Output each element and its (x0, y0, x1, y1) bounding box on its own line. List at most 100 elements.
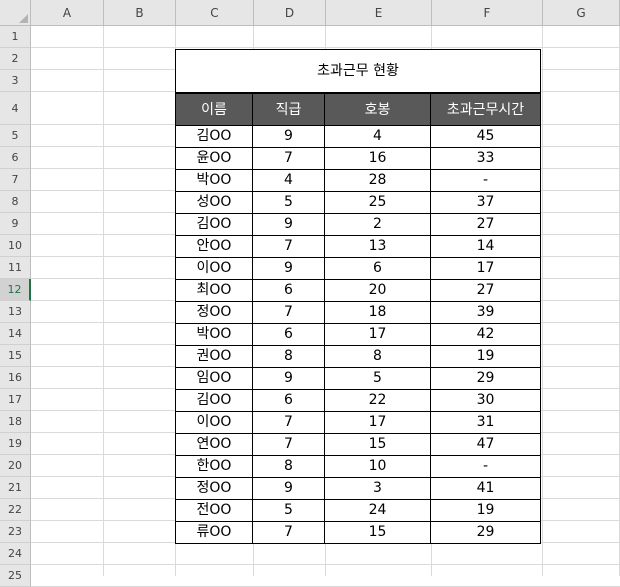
row-header-7[interactable]: 7 (0, 169, 31, 191)
table-cell[interactable]: 한OO (175, 456, 253, 478)
row-header-4[interactable]: 4 (0, 92, 31, 125)
table-cell[interactable]: 41 (431, 478, 541, 500)
table-cell[interactable]: 20 (325, 280, 431, 302)
table-cell[interactable]: 25 (325, 192, 431, 214)
table-cell[interactable]: 박OO (175, 324, 253, 346)
row-header-5[interactable]: 5 (0, 125, 31, 147)
table-cell[interactable]: 6 (253, 390, 325, 412)
row-header-21[interactable]: 21 (0, 477, 31, 499)
table-cell[interactable]: 성OO (175, 192, 253, 214)
table-cell[interactable]: 5 (253, 500, 325, 522)
row-header-10[interactable]: 10 (0, 235, 31, 257)
table-cell[interactable]: 17 (325, 324, 431, 346)
table-cell[interactable]: 9 (253, 258, 325, 280)
table-cell[interactable]: 15 (325, 434, 431, 456)
table-cell[interactable]: 9 (253, 478, 325, 500)
row-header-2[interactable]: 2 (0, 48, 31, 70)
column-header-d[interactable]: D (254, 0, 326, 26)
table-cell[interactable]: 10 (325, 456, 431, 478)
row-header-9[interactable]: 9 (0, 213, 31, 235)
table-cell[interactable]: 31 (431, 412, 541, 434)
table-cell[interactable]: 박OO (175, 170, 253, 192)
row-header-25[interactable]: 25 (0, 565, 31, 587)
table-cell[interactable]: 류OO (175, 522, 253, 544)
column-header-f[interactable]: F (432, 0, 543, 26)
table-cell[interactable]: 8 (253, 456, 325, 478)
row-header-8[interactable]: 8 (0, 191, 31, 213)
select-all-button[interactable] (0, 0, 31, 26)
table-header-cell[interactable]: 이름 (175, 93, 253, 126)
table-cell[interactable]: 7 (253, 148, 325, 170)
table-cell[interactable]: 6 (253, 324, 325, 346)
table-cell[interactable]: 이OO (175, 412, 253, 434)
table-cell[interactable]: 정OO (175, 302, 253, 324)
table-cell[interactable]: 33 (431, 148, 541, 170)
table-cell[interactable]: 14 (431, 236, 541, 258)
table-cell[interactable]: 17 (431, 258, 541, 280)
row-header-19[interactable]: 19 (0, 433, 31, 455)
table-header-cell[interactable]: 초과근무시간 (431, 93, 541, 126)
table-cell[interactable]: 6 (253, 280, 325, 302)
table-cell[interactable]: 29 (431, 522, 541, 544)
table-cell[interactable]: 7 (253, 412, 325, 434)
table-cell[interactable]: 16 (325, 148, 431, 170)
table-cell[interactable]: 정OO (175, 478, 253, 500)
table-cell[interactable]: 22 (325, 390, 431, 412)
row-header-14[interactable]: 14 (0, 323, 31, 345)
table-cell[interactable]: 29 (431, 368, 541, 390)
row-header-22[interactable]: 22 (0, 499, 31, 521)
column-header-e[interactable]: E (326, 0, 432, 26)
table-cell[interactable]: 17 (325, 412, 431, 434)
table-cell[interactable]: 42 (431, 324, 541, 346)
row-header-24[interactable]: 24 (0, 543, 31, 565)
table-cell[interactable]: 7 (253, 522, 325, 544)
table-cell[interactable]: 27 (431, 214, 541, 236)
table-cell[interactable]: 연OO (175, 434, 253, 456)
row-header-16[interactable]: 16 (0, 367, 31, 389)
row-header-20[interactable]: 20 (0, 455, 31, 477)
table-cell[interactable]: 45 (431, 126, 541, 148)
table-cell[interactable]: 임OO (175, 368, 253, 390)
table-cell[interactable]: 권OO (175, 346, 253, 368)
table-cell[interactable]: 김OO (175, 214, 253, 236)
row-header-13[interactable]: 13 (0, 301, 31, 323)
table-cell[interactable]: 7 (253, 434, 325, 456)
table-title[interactable]: 초과근무 현황 (175, 49, 541, 93)
table-cell[interactable]: 15 (325, 522, 431, 544)
table-cell[interactable]: 9 (253, 126, 325, 148)
table-cell[interactable]: 6 (325, 258, 431, 280)
table-cell[interactable]: 8 (253, 346, 325, 368)
table-cell[interactable]: 28 (325, 170, 431, 192)
row-header-12[interactable]: 12 (0, 279, 31, 301)
table-cell[interactable]: - (431, 456, 541, 478)
table-cell[interactable]: 30 (431, 390, 541, 412)
column-header-g[interactable]: G (543, 0, 620, 26)
table-cell[interactable]: 2 (325, 214, 431, 236)
table-cell[interactable]: 47 (431, 434, 541, 456)
row-header-15[interactable]: 15 (0, 345, 31, 367)
table-cell[interactable]: 이OO (175, 258, 253, 280)
table-cell[interactable]: 최OO (175, 280, 253, 302)
column-header-a[interactable]: A (31, 0, 104, 26)
row-header-1[interactable]: 1 (0, 26, 31, 48)
table-cell[interactable]: 안OO (175, 236, 253, 258)
column-header-b[interactable]: B (104, 0, 176, 26)
column-header-c[interactable]: C (176, 0, 254, 26)
table-cell[interactable]: 3 (325, 478, 431, 500)
table-cell[interactable]: - (431, 170, 541, 192)
table-cell[interactable]: 전OO (175, 500, 253, 522)
table-cell[interactable]: 7 (253, 302, 325, 324)
table-cell[interactable]: 9 (253, 368, 325, 390)
row-header-18[interactable]: 18 (0, 411, 31, 433)
table-cell[interactable]: 19 (431, 346, 541, 368)
table-cell[interactable]: 7 (253, 236, 325, 258)
table-cell[interactable]: 5 (253, 192, 325, 214)
table-cell[interactable]: 김OO (175, 390, 253, 412)
table-cell[interactable]: 18 (325, 302, 431, 324)
table-cell[interactable]: 39 (431, 302, 541, 324)
row-header-11[interactable]: 11 (0, 257, 31, 279)
table-cell[interactable]: 김OO (175, 126, 253, 148)
row-header-17[interactable]: 17 (0, 389, 31, 411)
table-header-cell[interactable]: 호봉 (325, 93, 431, 126)
table-cell[interactable]: 4 (253, 170, 325, 192)
